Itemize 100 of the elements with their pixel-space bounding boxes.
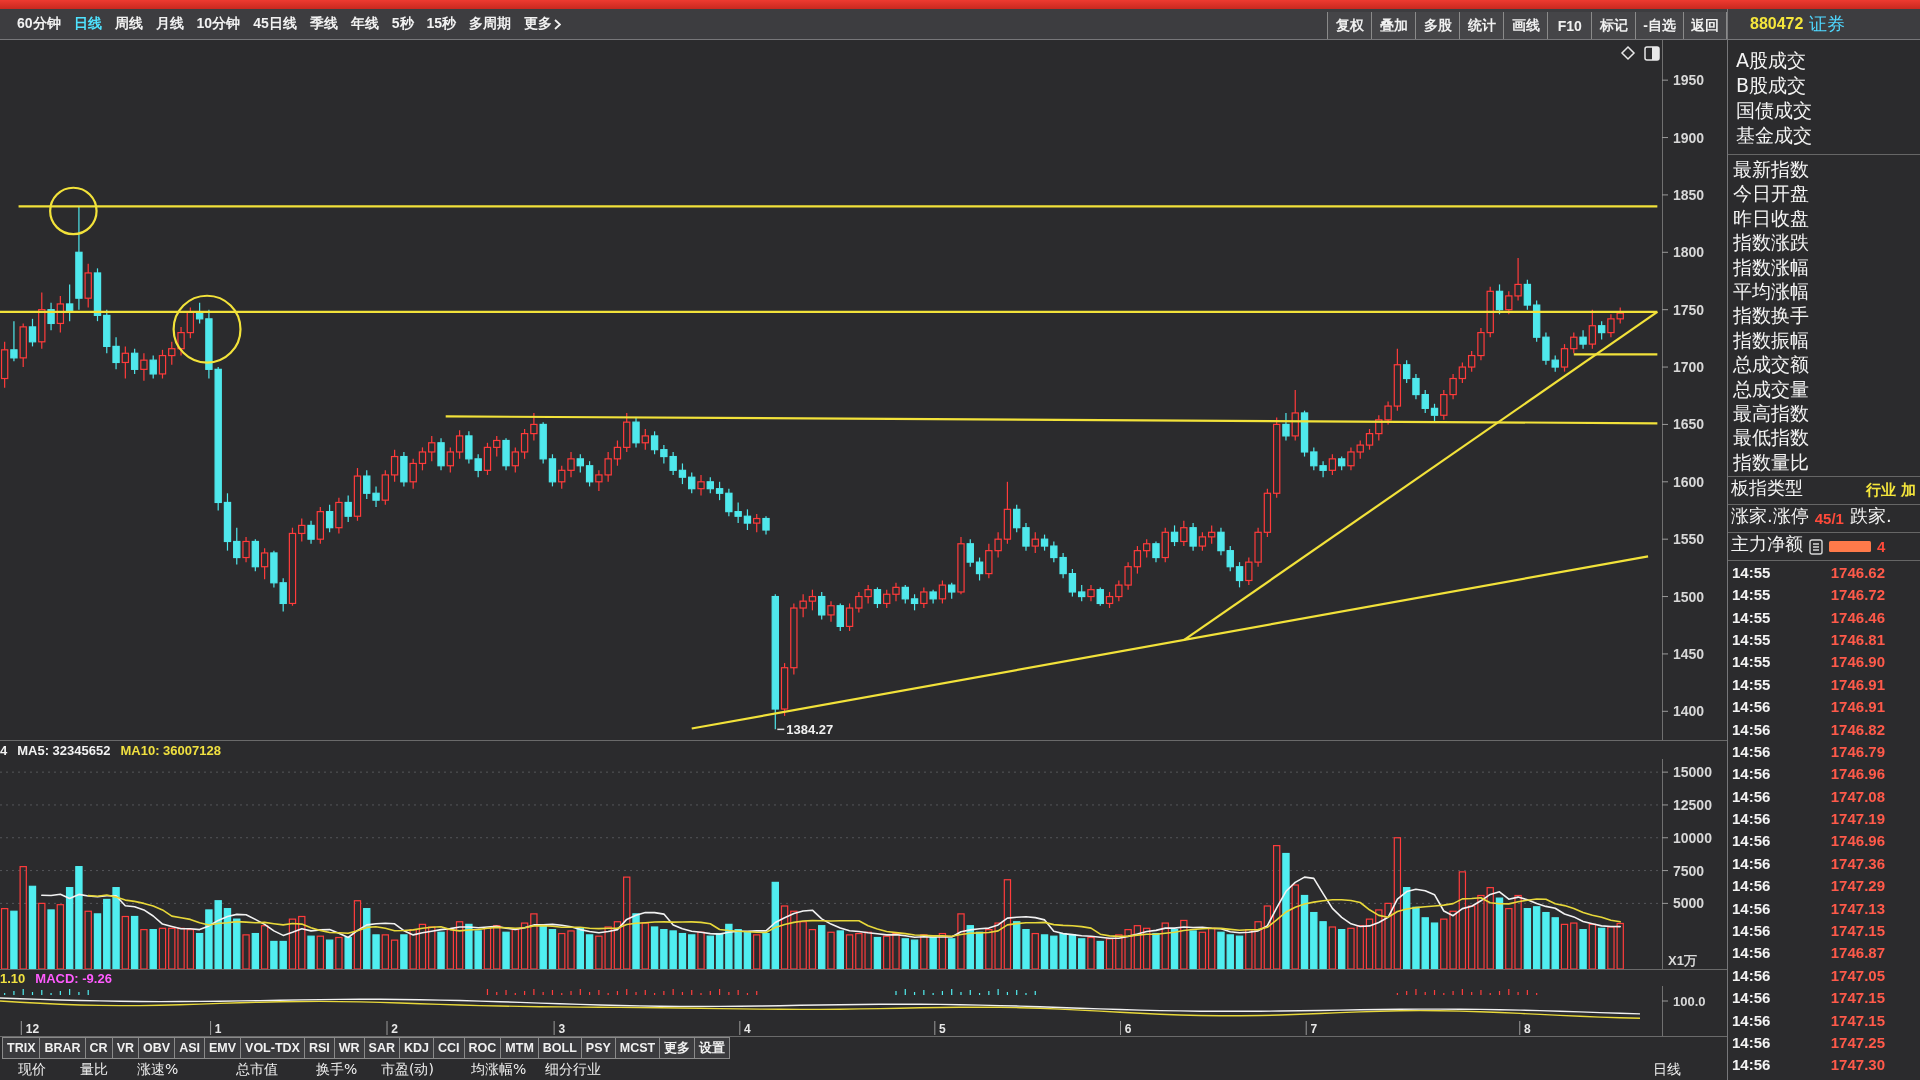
column-header[interactable]: 市盈(动): [381, 1060, 434, 1079]
tick-time: 14:56: [1732, 742, 1772, 760]
period-tab[interactable]: 年线: [350, 15, 379, 33]
field-label: 指数涨幅: [1733, 254, 1809, 279]
volume-bar: [1337, 929, 1346, 969]
period-tab[interactable]: 周线: [114, 15, 143, 33]
period-tab[interactable]: 45日线: [253, 15, 297, 33]
field-label: 跌家.: [1849, 505, 1892, 528]
tick-price: 1746.62: [1829, 563, 1885, 581]
field-value: 45/1: [1814, 510, 1844, 528]
column-header[interactable]: 量比: [80, 1060, 108, 1079]
axis-label: 1600: [1673, 473, 1705, 490]
column-header[interactable]: 现价: [18, 1060, 46, 1079]
diamond-icon[interactable]: [1620, 45, 1636, 61]
candlestick: [121, 345, 130, 380]
volume-bar: [1328, 926, 1337, 969]
candlestick: [390, 449, 399, 483]
field-label: 指数振幅: [1733, 327, 1809, 353]
volume-bar: [130, 915, 139, 969]
indicator-tab[interactable]: KDJ: [400, 1037, 434, 1059]
candlestick: [1365, 428, 1374, 451]
indicator-tab[interactable]: BRAR: [40, 1037, 86, 1059]
month-label: 4: [744, 1022, 751, 1036]
tick-time: 14:56: [1732, 966, 1772, 984]
indicator-tab[interactable]: SAR: [364, 1037, 400, 1059]
toolbar-button[interactable]: 复权: [1327, 12, 1372, 39]
candlestick: [418, 446, 427, 471]
price-label: 1384.27: [786, 722, 834, 738]
volume-bar: [975, 931, 984, 969]
month-label: 2: [391, 1022, 398, 1036]
panel-icon[interactable]: [1644, 46, 1660, 61]
indicator-tab[interactable]: TRIX: [2, 1037, 41, 1059]
period-tab[interactable]: 10分钟: [196, 15, 241, 33]
tick-price: 1746.91: [1829, 698, 1885, 716]
column-header[interactable]: 均涨幅%: [471, 1060, 527, 1079]
toolbar-button[interactable]: 标记: [1591, 12, 1636, 39]
indicator-tab[interactable]: VOL-TDX: [241, 1037, 305, 1059]
indicator-tab[interactable]: EMV: [204, 1037, 242, 1059]
candlestick: [873, 586, 882, 609]
toolbar-button[interactable]: -自选: [1635, 12, 1683, 39]
volume-bar: [585, 934, 594, 969]
axis-label: 12500: [1673, 796, 1712, 813]
column-header[interactable]: 总市值: [236, 1060, 278, 1079]
candlestick: [743, 508, 752, 531]
period-tab[interactable]: 5秒: [391, 15, 414, 33]
legend-label: MA10: 36007128: [120, 742, 221, 758]
indicator-tab[interactable]: ROC: [464, 1037, 502, 1059]
candlestick: [975, 556, 984, 582]
more-menu[interactable]: 更多: [524, 15, 562, 33]
volume-bar: [548, 929, 557, 969]
volume-bar: [1597, 927, 1606, 969]
tick-time: 14:56: [1732, 832, 1772, 850]
period-tab[interactable]: 多周期: [469, 15, 512, 33]
indicator-tab[interactable]: PSY: [581, 1037, 616, 1059]
volume-bar: [678, 932, 687, 969]
tick-time: 14:56: [1732, 1056, 1772, 1074]
list-icon[interactable]: [1809, 538, 1823, 555]
tick-price: 1746.96: [1829, 765, 1885, 783]
period-tab[interactable]: 季线: [309, 15, 338, 33]
toolbar-button[interactable]: 叠加: [1371, 12, 1416, 39]
legend-label: 1.10: [0, 970, 26, 986]
column-header[interactable]: 换手%: [316, 1060, 358, 1079]
candlestick: [1523, 279, 1532, 311]
column-header[interactable]: 涨速%: [137, 1060, 179, 1079]
toolbar-button[interactable]: F10: [1547, 12, 1592, 39]
volume-bar: [93, 913, 102, 969]
period-tab[interactable]: 月线: [155, 15, 184, 33]
period-tab[interactable]: 15秒: [426, 15, 457, 33]
axis-label: 1550: [1673, 531, 1705, 548]
indicator-tab[interactable]: CR: [85, 1037, 113, 1059]
tick-time: 14:55: [1732, 653, 1772, 671]
indicator-tab[interactable]: RSI: [304, 1037, 335, 1059]
toolbar-button[interactable]: 返回: [1683, 12, 1727, 39]
indicator-tab[interactable]: OBV: [139, 1037, 176, 1059]
candlestick: [158, 349, 167, 380]
toolbar-button[interactable]: 统计: [1459, 12, 1504, 39]
column-header[interactable]: 细分行业: [545, 1060, 601, 1079]
indicator-tab[interactable]: 设置: [695, 1037, 731, 1059]
candlestick: [1458, 361, 1467, 384]
indicator-tab[interactable]: MCST: [615, 1037, 661, 1059]
indicator-tab[interactable]: CCI: [434, 1037, 465, 1059]
indicator-tab[interactable]: ASI: [175, 1037, 205, 1059]
indicator-tab[interactable]: BOLL: [538, 1037, 582, 1059]
candlestick: [650, 430, 659, 455]
toolbar-button[interactable]: 多股: [1415, 12, 1460, 39]
period-tab[interactable]: 日线: [73, 15, 102, 33]
candlestick: [93, 267, 102, 322]
indicator-tab[interactable]: WR: [334, 1037, 365, 1059]
indicator-tab[interactable]: VR: [112, 1037, 140, 1059]
tick-time: 14:56: [1732, 877, 1772, 895]
tick-time: 14:55: [1732, 675, 1772, 693]
tick-time: 14:56: [1732, 922, 1772, 939]
indicator-tab[interactable]: MTM: [501, 1037, 539, 1059]
indicator-tab[interactable]: 更多: [660, 1037, 696, 1059]
volume-bar: [650, 926, 659, 969]
volume-bar: [455, 921, 464, 969]
field-label: 指数涨跌: [1733, 230, 1809, 255]
tick-time: 14:56: [1732, 899, 1772, 917]
toolbar-button[interactable]: 画线: [1503, 12, 1548, 39]
period-tab[interactable]: 60分钟: [17, 15, 61, 33]
